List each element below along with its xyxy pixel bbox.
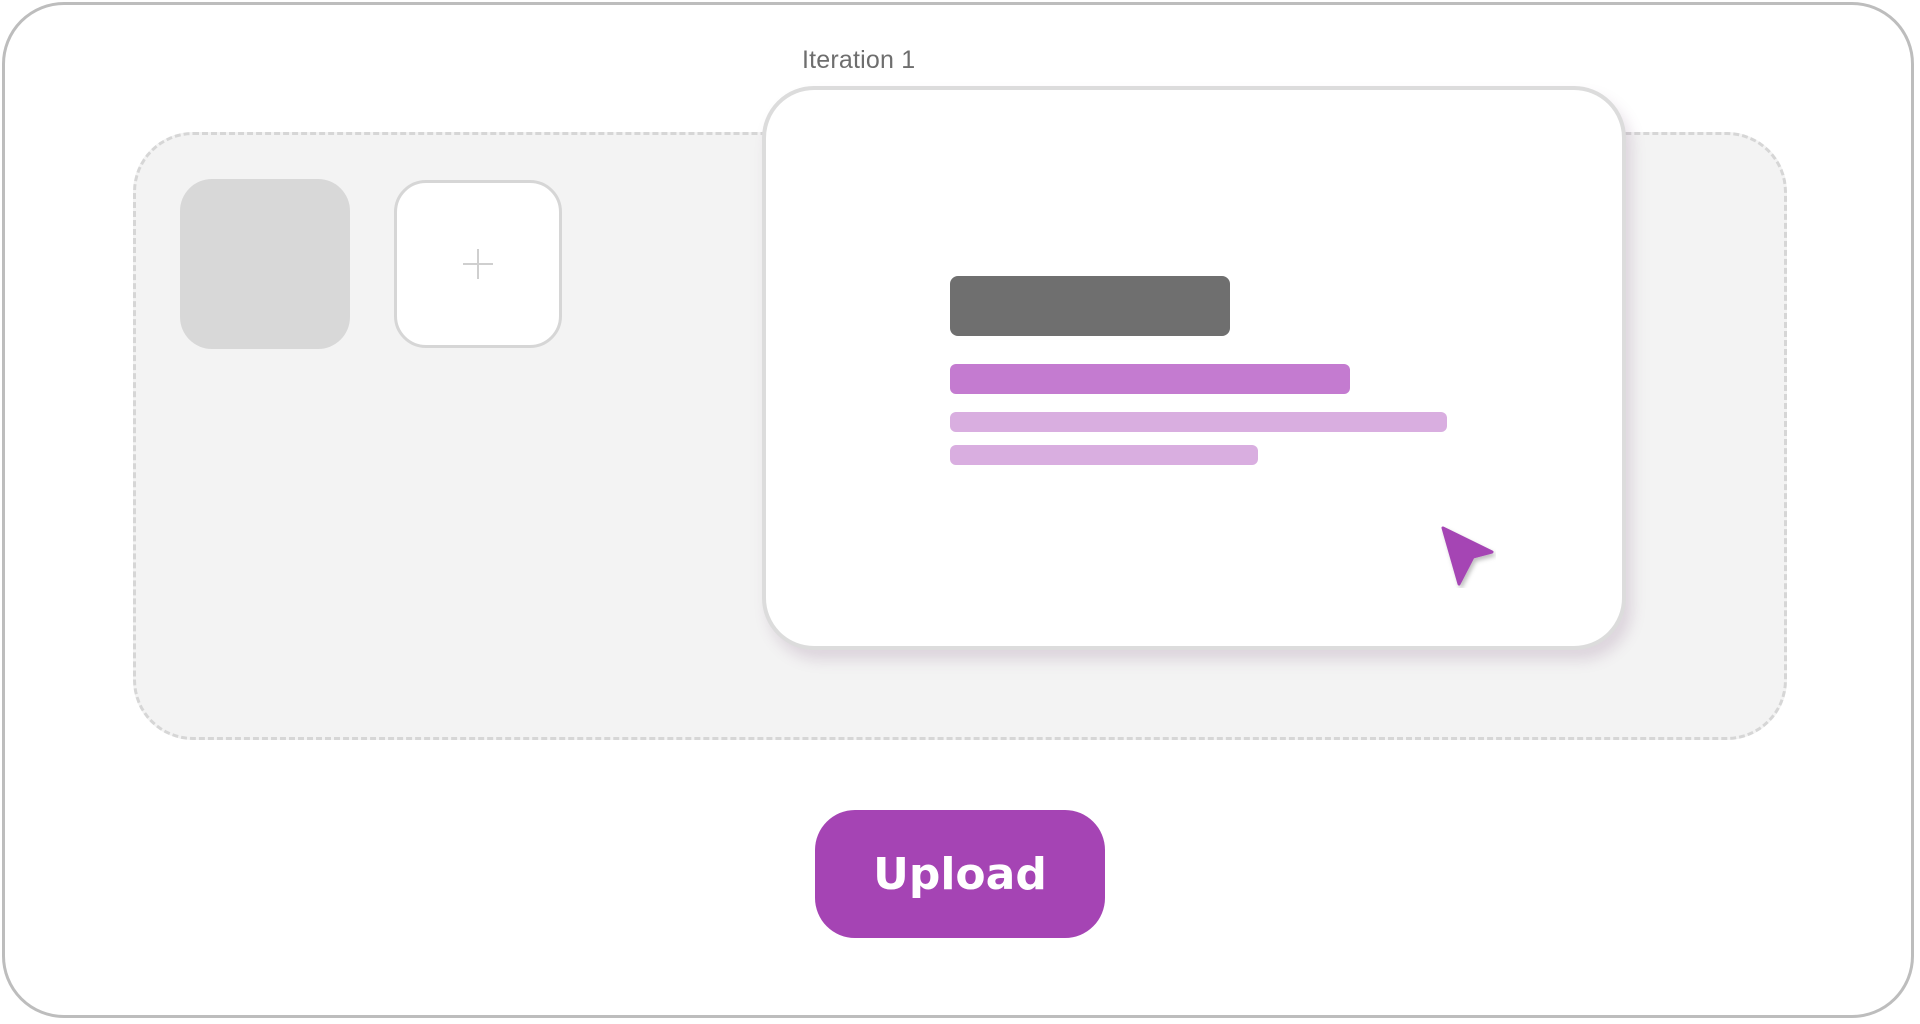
iteration-preview-card[interactable] [762, 86, 1626, 650]
add-image-button[interactable] [394, 180, 562, 348]
iteration-label: Iteration 1 [802, 46, 916, 74]
preview-text-line [950, 445, 1258, 465]
preview-title-placeholder [950, 276, 1230, 336]
image-thumbnail[interactable] [180, 179, 350, 349]
preview-subtitle-placeholder [950, 364, 1350, 394]
preview-text-line [950, 412, 1447, 432]
cursor-arrow-icon [1441, 526, 1494, 586]
plus-icon [463, 249, 493, 279]
upload-button[interactable]: Upload [815, 810, 1105, 938]
